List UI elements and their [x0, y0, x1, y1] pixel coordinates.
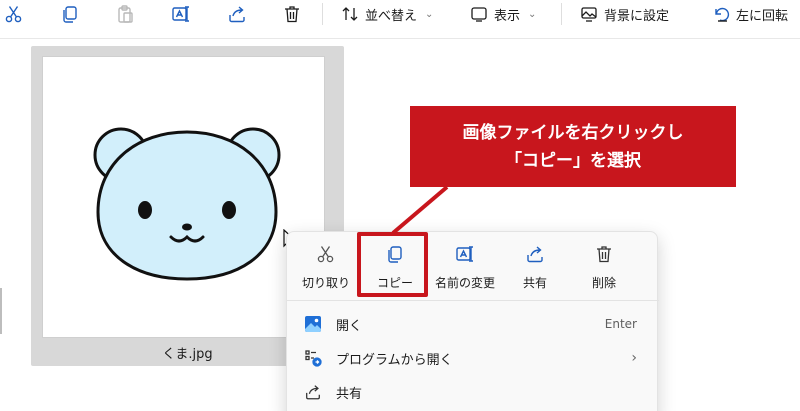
callout-pointer-line: [391, 185, 449, 235]
callout-line-2: 「コピー」を選択: [505, 150, 641, 171]
instruction-callout: 画像ファイルを右クリックし 「コピー」を選択: [410, 106, 736, 187]
callout-line-1: 画像ファイルを右クリックし: [462, 122, 684, 143]
